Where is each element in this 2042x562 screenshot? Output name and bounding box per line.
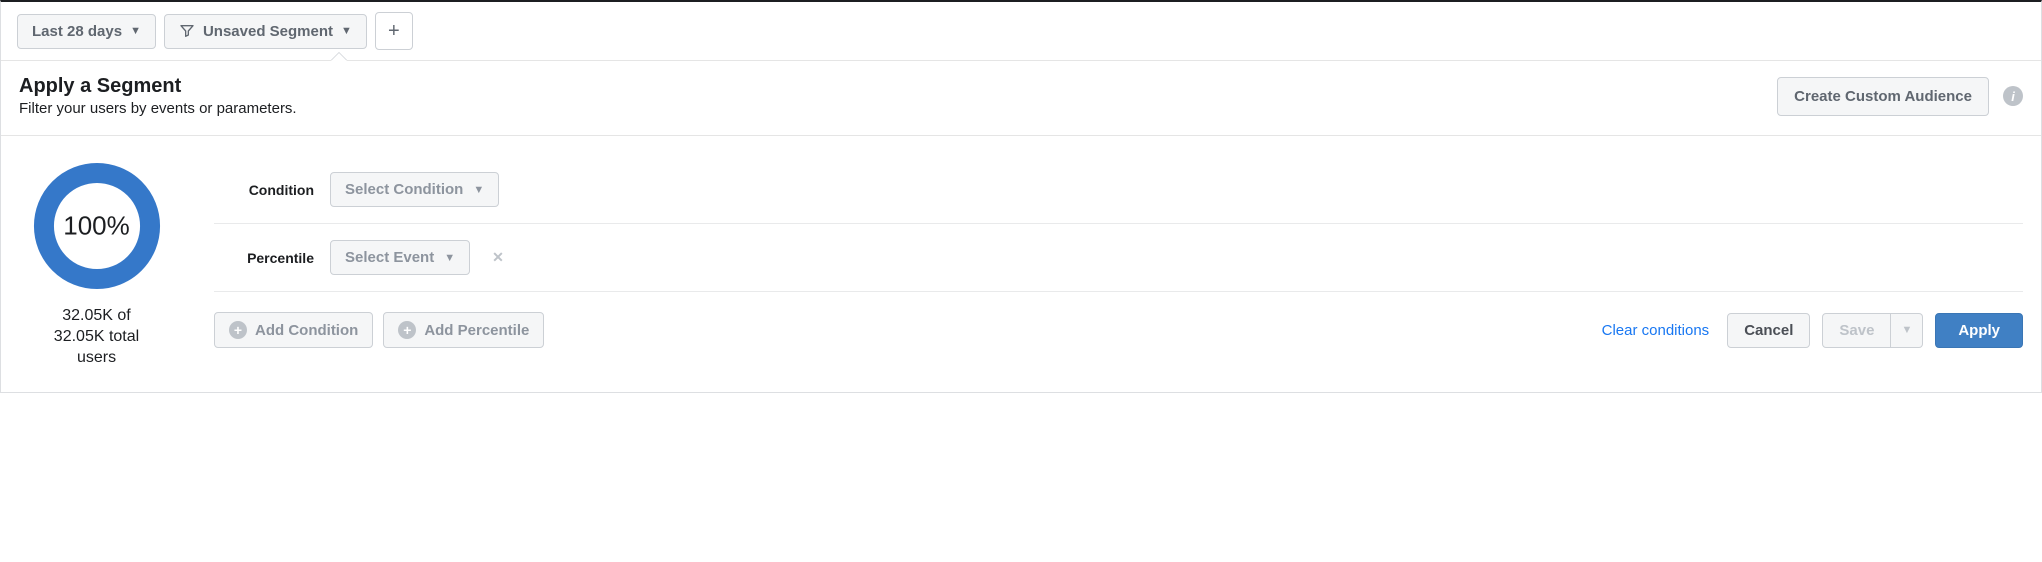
add-percentile-label: Add Percentile: [424, 322, 529, 339]
plus-circle-icon: +: [229, 321, 247, 339]
select-event-dropdown[interactable]: Select Event ▼: [330, 240, 470, 275]
save-split-button[interactable]: ▼: [1891, 313, 1923, 348]
caret-down-icon: ▼: [444, 252, 455, 264]
caption-line: 32.05K of: [54, 306, 139, 327]
donut-caption: 32.05K of 32.05K total users: [54, 306, 139, 368]
header-actions: Create Custom Audience i: [1777, 77, 2023, 116]
actions-right: Clear conditions Cancel Save ▼ Apply: [1596, 313, 2023, 348]
add-segment-button[interactable]: +: [375, 12, 413, 50]
actions-left: + Add Condition + Add Percentile: [214, 312, 544, 348]
donut-percent-label: 100%: [63, 211, 130, 242]
actions-row: + Add Condition + Add Percentile Clear c…: [214, 292, 2023, 348]
date-range-label: Last 28 days: [32, 23, 122, 40]
header-text: Apply a Segment Filter your users by eve…: [19, 75, 297, 117]
select-condition-dropdown[interactable]: Select Condition ▼: [330, 172, 499, 207]
create-custom-audience-button[interactable]: Create Custom Audience: [1777, 77, 1989, 116]
panel-subtitle: Filter your users by events or parameter…: [19, 100, 297, 117]
condition-label: Condition: [214, 182, 314, 198]
donut-column: 100% 32.05K of 32.05K total users: [19, 156, 174, 368]
apply-button[interactable]: Apply: [1935, 313, 2023, 348]
funnel-icon: [179, 23, 195, 39]
caret-down-icon: ▼: [1901, 324, 1912, 336]
panel-header: Apply a Segment Filter your users by eve…: [1, 61, 2041, 136]
caret-down-icon: ▼: [130, 25, 141, 37]
caption-line: users: [54, 348, 139, 369]
select-event-placeholder: Select Event: [345, 249, 434, 266]
add-percentile-button[interactable]: + Add Percentile: [383, 312, 544, 348]
clear-conditions-button[interactable]: Clear conditions: [1596, 314, 1716, 347]
panel-title: Apply a Segment: [19, 75, 297, 98]
add-condition-label: Add Condition: [255, 322, 358, 339]
percentile-label: Percentile: [214, 250, 314, 266]
add-condition-button[interactable]: + Add Condition: [214, 312, 373, 348]
date-range-dropdown[interactable]: Last 28 days ▼: [17, 14, 156, 49]
panel-body: 100% 32.05K of 32.05K total users Condit…: [1, 136, 2041, 392]
segment-dropdown[interactable]: Unsaved Segment ▼: [164, 14, 367, 49]
segment-panel: Last 28 days ▼ Unsaved Segment ▼ + Apply…: [0, 0, 2042, 393]
select-condition-placeholder: Select Condition: [345, 181, 463, 198]
caret-down-icon: ▼: [473, 184, 484, 196]
condition-row: Condition Select Condition ▼: [214, 156, 2023, 224]
info-icon[interactable]: i: [2003, 86, 2023, 106]
segment-label: Unsaved Segment: [203, 23, 333, 40]
percentile-row: Percentile Select Event ▼ ✕: [214, 224, 2023, 292]
pointer-arrow-icon: [331, 53, 347, 61]
plus-icon: +: [388, 20, 400, 43]
caption-line: 32.05K total: [54, 327, 139, 348]
save-button[interactable]: Save: [1822, 313, 1891, 348]
plus-circle-icon: +: [398, 321, 416, 339]
remove-percentile-button[interactable]: ✕: [492, 249, 504, 266]
cancel-button[interactable]: Cancel: [1727, 313, 1810, 348]
conditions-column: Condition Select Condition ▼ Percentile …: [214, 156, 2023, 368]
top-toolbar: Last 28 days ▼ Unsaved Segment ▼ +: [1, 2, 2041, 61]
save-button-group: Save ▼: [1822, 313, 1923, 348]
caret-down-icon: ▼: [341, 25, 352, 37]
donut-chart: 100%: [27, 156, 167, 296]
